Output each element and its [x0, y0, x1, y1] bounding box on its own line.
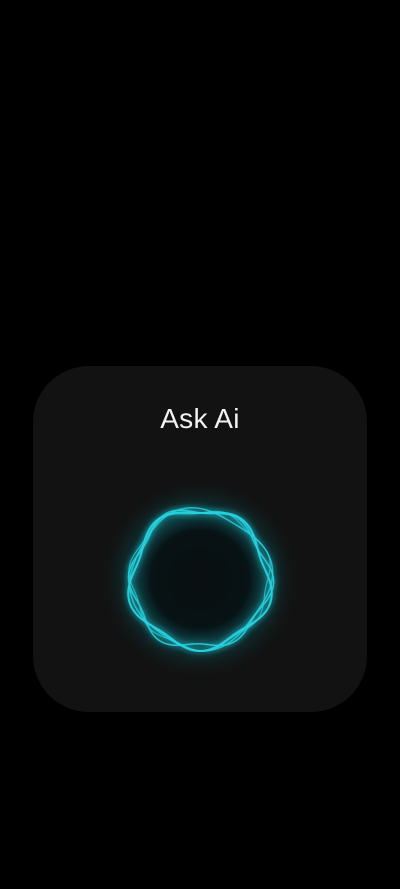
- orb-halo: [120, 499, 280, 659]
- voice-waveform-ring-icon: [120, 499, 280, 659]
- voice-orb[interactable]: [115, 494, 285, 664]
- card-title: Ask Ai: [160, 403, 240, 434]
- voice-assistant-screen: Ask Ai: [0, 0, 400, 889]
- ask-ai-card[interactable]: Ask Ai: [33, 366, 367, 712]
